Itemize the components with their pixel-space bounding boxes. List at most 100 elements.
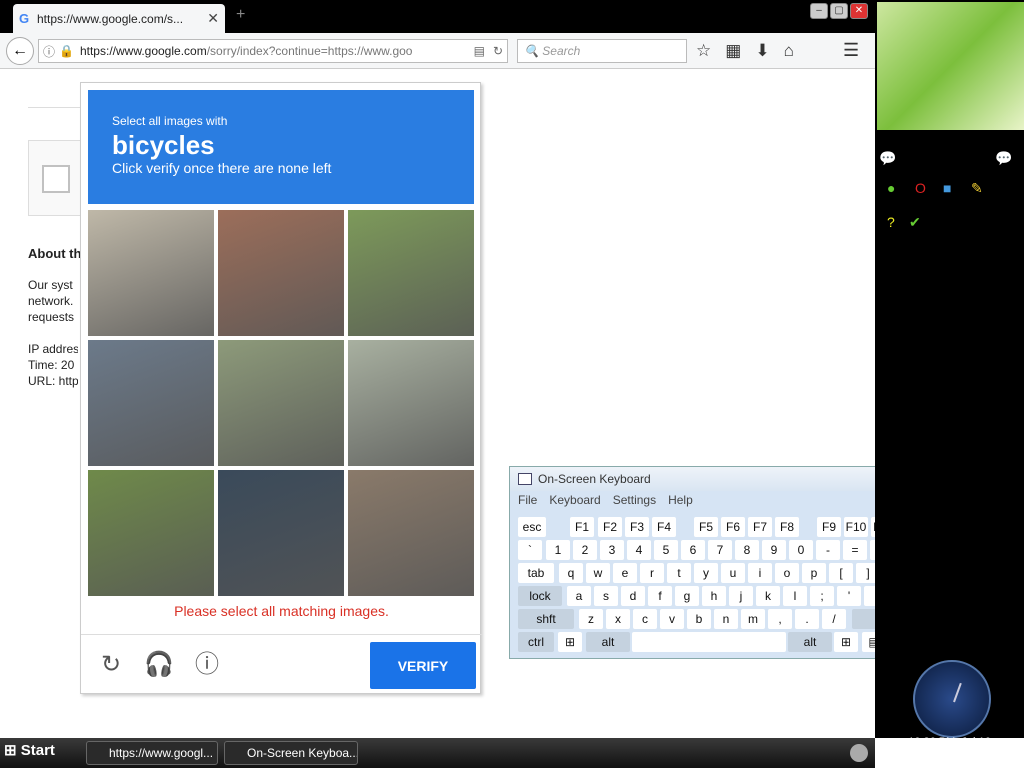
key-9[interactable]: 9 xyxy=(762,540,786,560)
key-x[interactable]: x xyxy=(606,609,630,629)
captcha-tile[interactable] xyxy=(348,210,474,336)
maximize-button[interactable]: ▢ xyxy=(830,3,848,19)
key-F10[interactable]: F10 xyxy=(844,517,868,537)
osk-menu-file[interactable]: File xyxy=(518,493,537,509)
key-u[interactable]: u xyxy=(721,563,745,583)
key-d[interactable]: d xyxy=(621,586,645,606)
tray-icon[interactable] xyxy=(850,744,868,762)
key-[[interactable]: [ xyxy=(829,563,853,583)
key-2[interactable]: 2 xyxy=(573,540,597,560)
key-8[interactable]: 8 xyxy=(735,540,759,560)
key-a[interactable]: a xyxy=(567,586,591,606)
green-orb-icon[interactable]: ● xyxy=(887,180,895,196)
key-o[interactable]: o xyxy=(775,563,799,583)
info-icon[interactable]: ⓘ xyxy=(193,651,221,679)
key-5[interactable]: 5 xyxy=(654,540,678,560)
close-tab-icon[interactable]: ✕ xyxy=(207,10,219,27)
key-0[interactable]: 0 xyxy=(789,540,813,560)
captcha-tile[interactable] xyxy=(218,470,344,596)
key-v[interactable]: v xyxy=(660,609,684,629)
key-F4[interactable]: F4 xyxy=(652,517,676,537)
key-⊞[interactable]: ⊞ xyxy=(834,632,858,652)
key-;[interactable]: ; xyxy=(810,586,834,606)
captcha-tile[interactable] xyxy=(88,470,214,596)
key-3[interactable]: 3 xyxy=(600,540,624,560)
key-t[interactable]: t xyxy=(667,563,691,583)
key-h[interactable]: h xyxy=(702,586,726,606)
taskbar-item-osk[interactable]: On-Screen Keyboa... xyxy=(224,741,358,765)
key-space[interactable] xyxy=(632,632,786,652)
taskbar-item-browser[interactable]: https://www.googl... xyxy=(86,741,218,765)
new-tab-icon[interactable]: + xyxy=(236,6,245,24)
key-k[interactable]: k xyxy=(756,586,780,606)
key--[interactable]: - xyxy=(816,540,840,560)
key-lock[interactable]: lock xyxy=(518,586,562,606)
minimize-button[interactable]: – xyxy=(810,3,828,19)
help-icon[interactable]: ? xyxy=(887,214,895,230)
key-/[interactable]: / xyxy=(822,609,846,629)
captcha-tile[interactable] xyxy=(218,210,344,336)
captcha-tile[interactable] xyxy=(348,340,474,466)
key-⊞[interactable]: ⊞ xyxy=(558,632,582,652)
key-b[interactable]: b xyxy=(687,609,711,629)
key-alt[interactable]: alt xyxy=(788,632,832,652)
key-ctrl[interactable]: ctrl xyxy=(518,632,554,652)
key-7[interactable]: 7 xyxy=(708,540,732,560)
chat-bubble-icon[interactable]: 💬 xyxy=(995,150,1012,167)
recaptcha-checkbox[interactable] xyxy=(42,165,70,193)
audio-challenge-icon[interactable]: 🎧 xyxy=(144,651,174,679)
key-s[interactable]: s xyxy=(594,586,618,606)
download-icon[interactable]: ⬇ xyxy=(755,41,769,61)
key-F3[interactable]: F3 xyxy=(625,517,649,537)
bookmark-star-icon[interactable]: ☆ xyxy=(696,41,711,61)
captcha-tile[interactable] xyxy=(88,210,214,336)
reload-challenge-icon[interactable]: ↻ xyxy=(97,651,125,679)
key-F9[interactable]: F9 xyxy=(817,517,841,537)
key-1[interactable]: 1 xyxy=(546,540,570,560)
reader-view-icon[interactable]: ▤ xyxy=(474,44,485,58)
key-`[interactable]: ` xyxy=(518,540,542,560)
close-window-button[interactable]: ✕ xyxy=(850,3,868,19)
key-F7[interactable]: F7 xyxy=(748,517,772,537)
info-icon[interactable]: ⓘ xyxy=(43,43,55,60)
key-j[interactable]: j xyxy=(729,586,753,606)
key-w[interactable]: w xyxy=(586,563,610,583)
key-m[interactable]: m xyxy=(741,609,765,629)
start-button[interactable]: ⊞ Start xyxy=(4,741,55,759)
captcha-tile[interactable] xyxy=(348,470,474,596)
captcha-tile[interactable] xyxy=(218,340,344,466)
url-bar[interactable]: ⓘ 🔒 https://www.google.com/sorry/index?c… xyxy=(38,39,508,63)
key-'[interactable]: ' xyxy=(837,586,861,606)
key-n[interactable]: n xyxy=(714,609,738,629)
key-4[interactable]: 4 xyxy=(627,540,651,560)
key-y[interactable]: y xyxy=(694,563,718,583)
key-i[interactable]: i xyxy=(748,563,772,583)
key-p[interactable]: p xyxy=(802,563,826,583)
bookmarks-list-icon[interactable]: ▦ xyxy=(725,41,741,61)
check-icon[interactable]: ✔ xyxy=(909,214,921,231)
key-shft[interactable]: shft xyxy=(518,609,574,629)
key-c[interactable]: c xyxy=(633,609,657,629)
chat-bubble-icon[interactable]: 💬 xyxy=(879,150,896,167)
osk-menu-settings[interactable]: Settings xyxy=(613,493,656,509)
key-.[interactable]: . xyxy=(795,609,819,629)
notes-icon[interactable]: ✎ xyxy=(971,180,983,197)
key-f[interactable]: f xyxy=(648,586,672,606)
osk-menu-help[interactable]: Help xyxy=(668,493,693,509)
key-r[interactable]: r xyxy=(640,563,664,583)
key-esc[interactable]: esc xyxy=(518,517,546,537)
key-alt[interactable]: alt xyxy=(586,632,630,652)
monitor-icon[interactable]: ■ xyxy=(943,180,951,196)
home-icon[interactable]: ⌂ xyxy=(784,41,794,61)
key-F5[interactable]: F5 xyxy=(694,517,718,537)
verify-button[interactable]: VERIFY xyxy=(370,642,476,689)
key-e[interactable]: e xyxy=(613,563,637,583)
browser-tab[interactable]: G https://www.google.com/s... ✕ xyxy=(13,4,225,33)
key-g[interactable]: g xyxy=(675,586,699,606)
key-F1[interactable]: F1 xyxy=(570,517,594,537)
key-F2[interactable]: F2 xyxy=(598,517,622,537)
key-6[interactable]: 6 xyxy=(681,540,705,560)
back-button[interactable]: ← xyxy=(6,37,34,65)
opera-icon[interactable]: O xyxy=(915,180,926,196)
key-=[interactable]: = xyxy=(843,540,867,560)
